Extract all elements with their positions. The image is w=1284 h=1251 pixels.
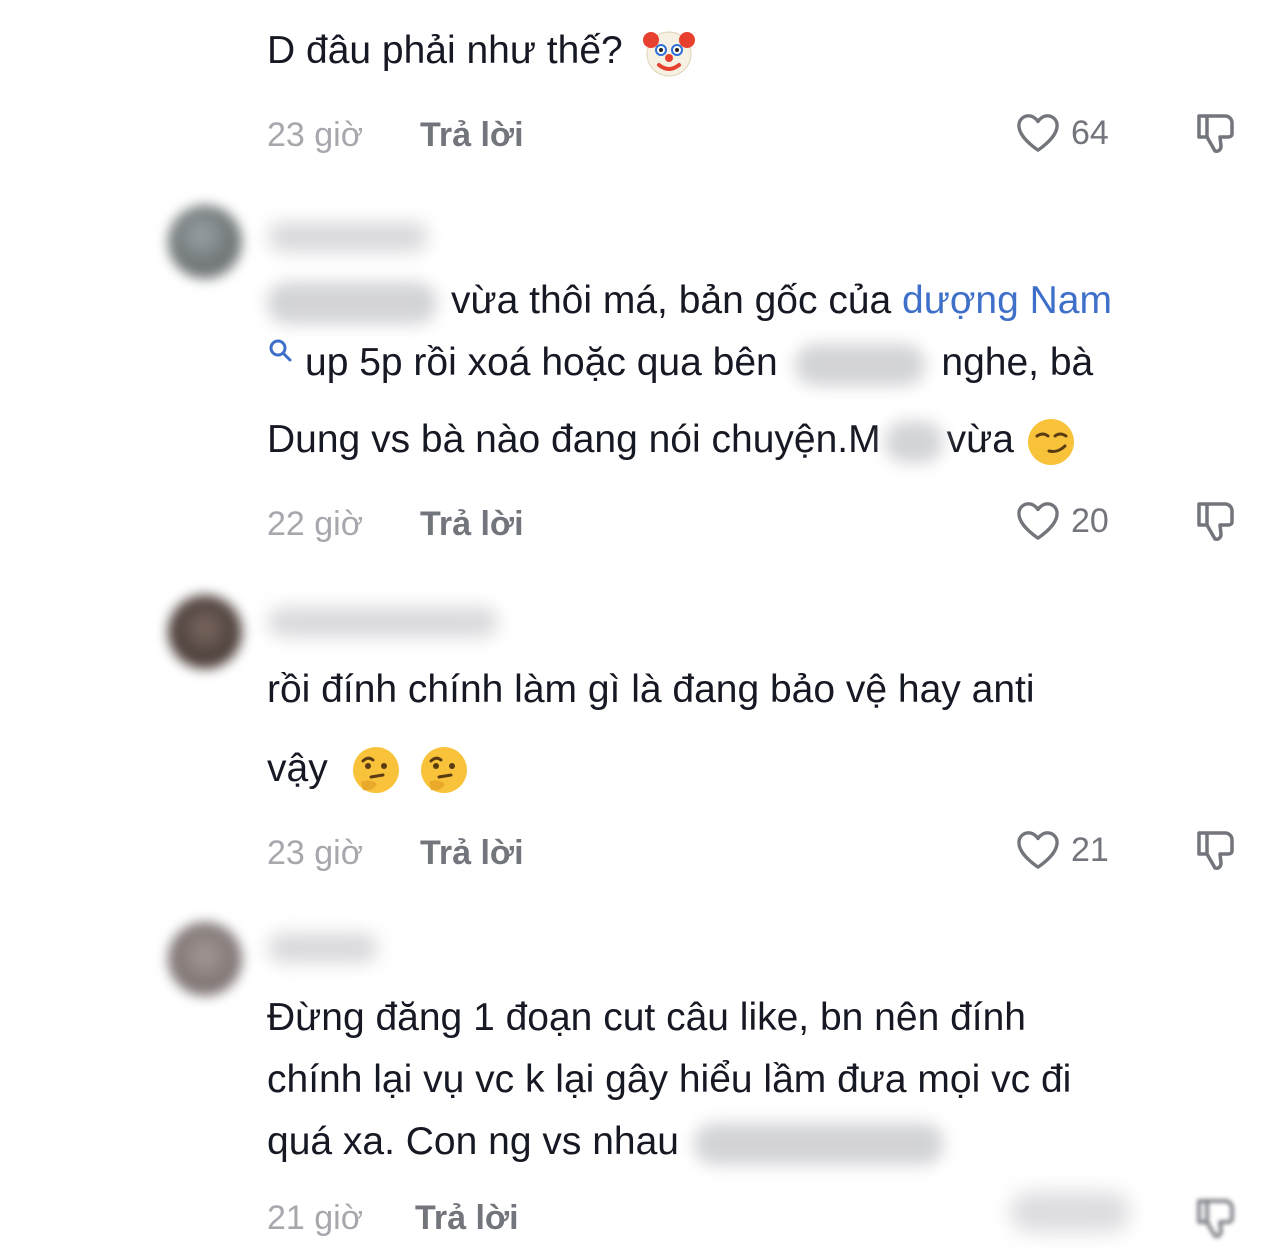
word-blurred [884,420,943,463]
comment-1-time: 23 giờ [267,116,364,154]
thumbs-down-icon[interactable] [1193,827,1239,873]
comment-2-text-a: vừa thôi má, bản gốc của [451,279,892,322]
comment-2-like-button[interactable]: 20 [1015,498,1109,544]
comment-4-time: 21 giờ [267,1199,364,1237]
keyword-link[interactable]: dượng Nam [902,279,1112,322]
comment-4-line-2: chính lại vụ vc k lại gây hiểu lầm đưa m… [267,1058,1072,1101]
comment-2-text-b: up 5p rồi xoá hoặc qua bên [305,341,778,384]
comment-3-time: 23 giờ [267,834,364,872]
comment-3-line-2: vậy [267,736,471,802]
comment-2-text-d: Dung vs bà nào đang nói chuyện.M [267,418,881,461]
search-icon[interactable] [267,337,295,365]
username-blurred[interactable] [268,607,498,637]
comment-4-text: quá xa. Con ng vs nhau [267,1120,679,1163]
thinking-emoji [352,746,399,793]
comment-1-like-button[interactable]: 64 [1015,110,1109,156]
thinking-emoji [421,746,468,793]
username-blurred[interactable] [268,933,378,963]
comment-2-line-3: Dung vs bà nào đang nói chuyện.M vừa [267,407,1077,473]
comment-4-reply-button[interactable]: Trả lời [415,1199,519,1238]
comment-4-line-1: Đừng đăng 1 đoạn cut câu like, bn nên đí… [267,996,1026,1039]
comment-1-like-count: 64 [1071,113,1109,152]
comment-1-text: D đâu phải như thế? [267,18,696,84]
comment-2-like-count: 20 [1071,501,1109,540]
word-blurred [794,343,925,386]
thumbs-down-icon[interactable] [1193,498,1239,544]
comment-1-reply-button[interactable]: Trả lời [420,116,524,155]
thumbs-down-icon[interactable] [1193,110,1239,156]
comment-3-reply-button[interactable]: Trả lời [420,834,524,873]
avatar[interactable] [168,922,242,996]
username-blurred[interactable] [268,222,428,252]
avatar[interactable] [168,595,242,669]
heart-outline-icon [1017,831,1059,869]
comment-3-line-1: rồi đính chính làm gì là đang bảo vệ hay… [267,668,1035,711]
comment-2-text-c: nghe, bà [941,341,1094,384]
comment-3-like-button[interactable]: 21 [1015,827,1109,873]
like-area-blurred[interactable] [1010,1192,1130,1232]
thumbs-down-icon[interactable] [1193,1195,1239,1241]
comment-2-text-e: vừa [946,418,1014,461]
text-blurred [693,1122,944,1165]
heart-outline-icon [1017,502,1059,540]
clown-emoji [642,31,695,77]
mention-blurred [267,281,437,324]
comment-3-text: vậy [267,747,328,790]
comment-2-time: 22 giờ [267,505,364,543]
smirk-emoji [1027,418,1074,465]
comment-1-line-1: D đâu phải như thế? [267,29,623,72]
avatar[interactable] [168,205,242,279]
comment-2-line-1: vừa thôi má, bản gốc của dượng Nam [267,268,1112,334]
comment-4-line-3: quá xa. Con ng vs nhau [267,1109,944,1175]
comment-2-reply-button[interactable]: Trả lời [420,505,524,544]
comment-3-like-count: 21 [1071,830,1109,869]
heart-outline-icon [1017,114,1059,152]
comment-2-line-2: up 5p rồi xoá hoặc qua bên nghe, bà [267,330,1093,396]
